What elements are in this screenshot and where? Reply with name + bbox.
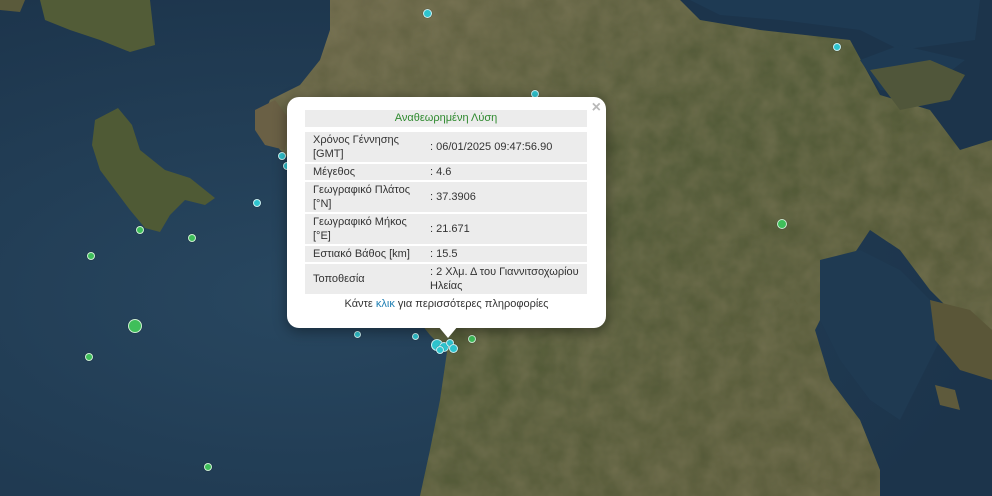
more-info-link[interactable]: κλικ (376, 298, 395, 310)
earthquake-marker-green[interactable] (85, 353, 93, 361)
depth-label: Εστιακό Βάθος [km] (305, 246, 422, 262)
earthquake-marker-cyan[interactable] (422, 8, 432, 18)
footer-text-after: για περισσότερες πληροφορίες (394, 298, 549, 310)
location-label: Τοποθεσία (305, 264, 422, 294)
earthquake-marker-green[interactable] (468, 335, 476, 343)
popup-pointer (438, 326, 458, 338)
epicentre-marker[interactable] (436, 346, 444, 354)
longitude-label: Γεωγραφικό Μήκος [°E] (305, 214, 422, 244)
earthquake-info-table: Χρόνος Γέννησης [GMT] : 06/01/2025 09:47… (305, 130, 587, 296)
earthquake-marker-green[interactable] (188, 234, 196, 242)
earthquake-popup: × Αναθεωρημένη Λύση Χρόνος Γέννησης [GMT… (287, 97, 606, 328)
depth-value: : 15.5 (422, 246, 587, 262)
row-origin-time: Χρόνος Γέννησης [GMT] : 06/01/2025 09:47… (305, 132, 587, 162)
earthquake-marker-cyan[interactable] (253, 199, 261, 207)
magnitude-label: Μέγεθος (305, 164, 422, 180)
latitude-label: Γεωγραφικό Πλάτος [°N] (305, 182, 422, 212)
footer-text-before: Κάντε (344, 298, 376, 310)
row-latitude: Γεωγραφικό Πλάτος [°N] : 37.3906 (305, 182, 587, 212)
earthquake-marker-cyan[interactable] (278, 152, 286, 160)
origin-time-value: : 06/01/2025 09:47:56.90 (422, 132, 587, 162)
epicentre-marker[interactable] (448, 343, 458, 353)
longitude-value: : 21.671 (422, 214, 587, 244)
latitude-value: : 37.3906 (422, 182, 587, 212)
earthquake-marker-green[interactable] (204, 463, 212, 471)
magnitude-value: : 4.6 (422, 164, 587, 180)
earthquake-marker-cyan[interactable] (833, 43, 841, 51)
row-location: Τοποθεσία : 2 Χλμ. Δ του Γιαννιτσοχωρίου… (305, 264, 587, 294)
earthquake-marker-cyan[interactable] (411, 332, 419, 340)
earthquake-marker-cyan[interactable] (353, 330, 361, 338)
earthquake-marker-green[interactable] (87, 252, 95, 260)
row-depth: Εστιακό Βάθος [km] : 15.5 (305, 246, 587, 262)
earthquake-marker-green[interactable] (136, 226, 144, 234)
close-icon[interactable]: × (592, 99, 601, 117)
popup-title: Αναθεωρημένη Λύση (305, 110, 587, 127)
earthquake-marker-green[interactable] (777, 219, 787, 229)
row-longitude: Γεωγραφικό Μήκος [°E] : 21.671 (305, 214, 587, 244)
popup-footer: Κάντε κλικ για περισσότερες πληροφορίες (287, 298, 606, 310)
earthquake-marker-green[interactable] (128, 319, 142, 333)
row-magnitude: Μέγεθος : 4.6 (305, 164, 587, 180)
location-value: : 2 Χλμ. Δ του Γιαννιτσοχωρίου Ηλείας (422, 264, 587, 294)
origin-time-label: Χρόνος Γέννησης [GMT] (305, 132, 422, 162)
